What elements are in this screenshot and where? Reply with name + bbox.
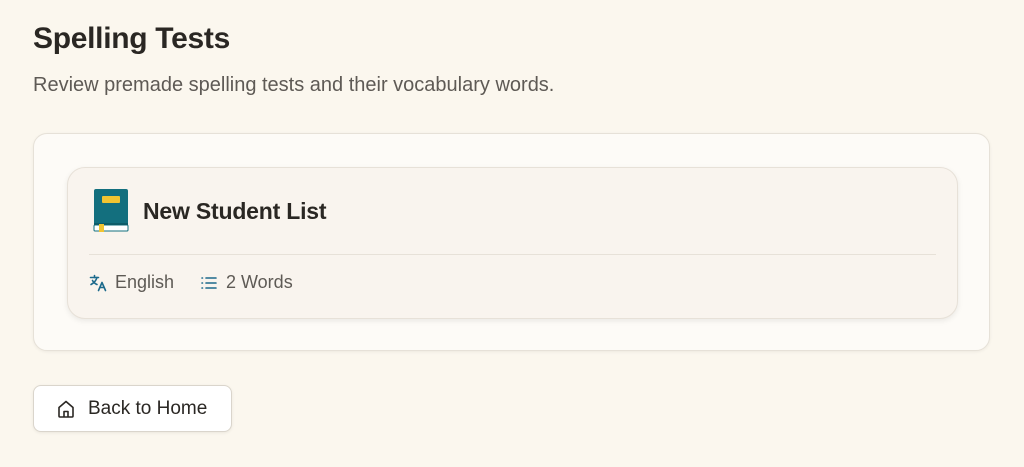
spelling-tests-panel: New Student List English 2 Words: [33, 133, 990, 351]
translate-icon: [89, 274, 107, 291]
list-icon: [201, 276, 217, 289]
test-word-count-label: 2 Words: [226, 272, 293, 292]
test-card-new-student-list[interactable]: New Student List English 2 Words: [67, 167, 958, 319]
back-to-home-button[interactable]: Back to Home: [33, 385, 232, 432]
book-icon: [93, 189, 129, 232]
page-title: Spelling Tests: [33, 22, 230, 55]
test-language-label: English: [115, 272, 175, 292]
card-divider: [89, 254, 936, 255]
test-title: New Student List: [143, 198, 327, 224]
test-language: English: [89, 272, 174, 293]
back-to-home-label: Back to Home: [88, 397, 208, 419]
page-subtitle: Review premade spelling tests and their …: [33, 74, 555, 96]
home-icon: [58, 400, 74, 418]
test-word-count: 2 Words: [200, 272, 293, 293]
